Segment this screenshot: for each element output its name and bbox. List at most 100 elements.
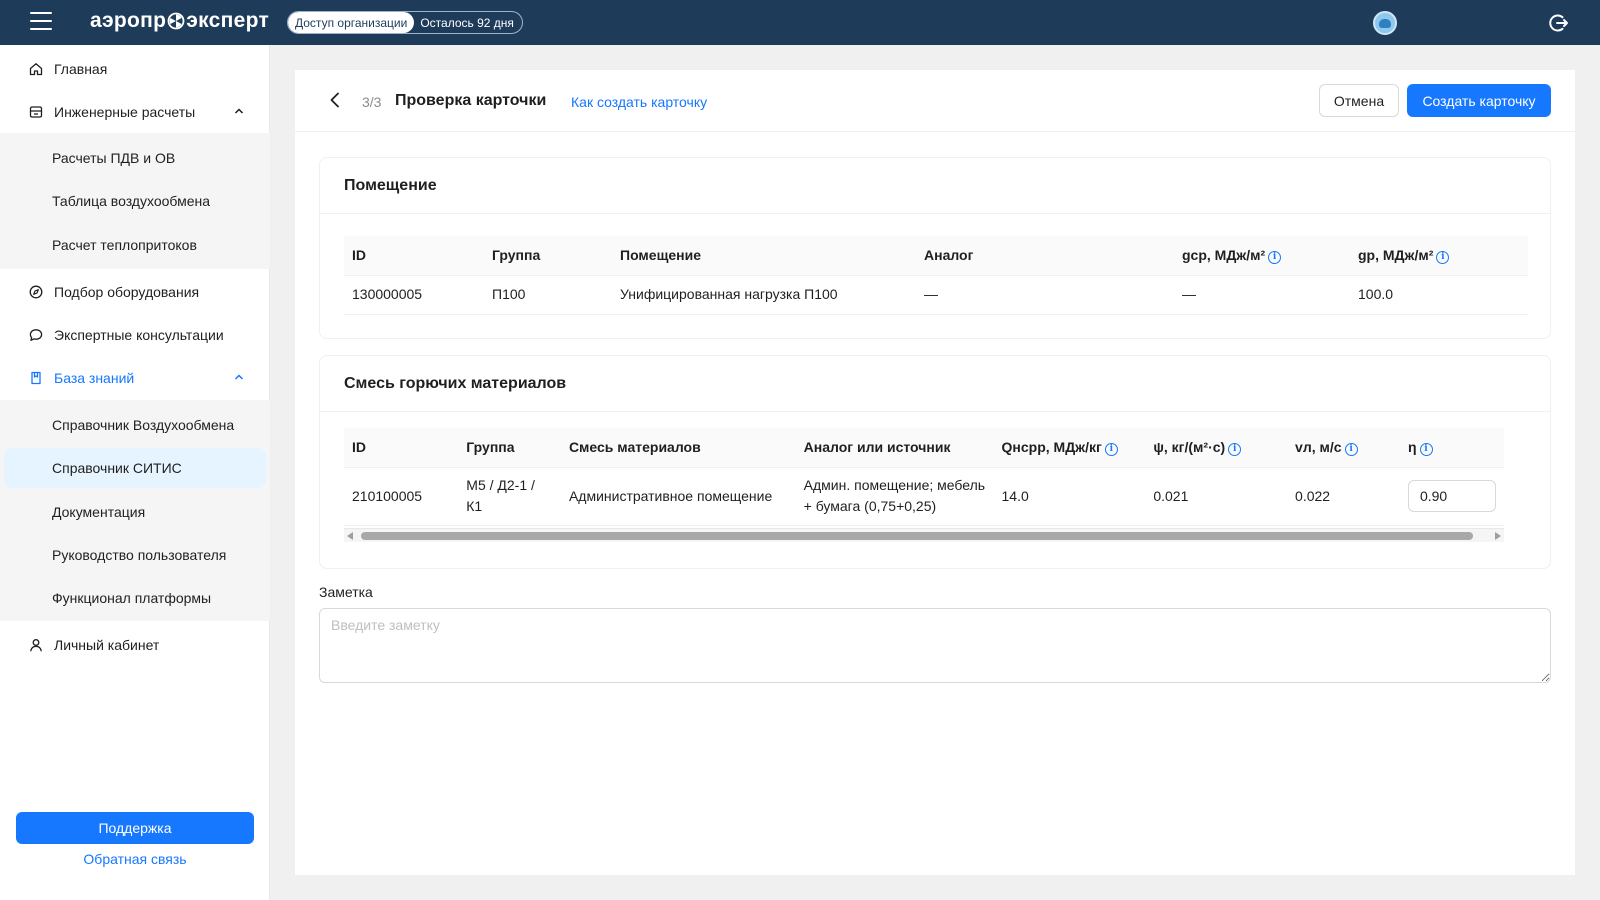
table-row: 130000005 П100 Унифицированная нагрузка … <box>344 275 1528 315</box>
column-header: vл, м/с i <box>1287 428 1400 468</box>
create-card-button[interactable]: Создать карточку <box>1407 84 1551 117</box>
home-icon <box>28 61 44 77</box>
main-card: 3/3 Проверка карточки Как создать карточ… <box>295 70 1575 875</box>
room-table: ID Группа Помещение Аналог gср, МДж/м² i … <box>344 236 1528 315</box>
table-cell: П100 <box>484 275 612 315</box>
sidebar-item-user-guide[interactable]: Руководство пользователя <box>4 535 266 575</box>
sidebar-item-label: Инженерные расчеты <box>54 104 196 120</box>
info-icon[interactable]: i <box>1419 442 1433 456</box>
note-textarea[interactable] <box>319 608 1551 683</box>
table-cell: 0.022 <box>1287 467 1400 526</box>
sidebar-item-home[interactable]: Главная <box>0 49 270 89</box>
table-cell: Унифицированная нагрузка П100 <box>612 275 916 315</box>
logout-icon[interactable] <box>1547 12 1569 34</box>
scroll-left-icon[interactable] <box>347 532 353 540</box>
table-row: 210100005 М5 / Д2-1 / К1 Административно… <box>344 467 1504 526</box>
top-bar: аэропр эксперт Доступ организации Остало… <box>0 0 1600 45</box>
logo-text-left: аэропр <box>90 9 167 32</box>
room-panel-title: Помещение <box>320 158 1550 214</box>
eta-input[interactable] <box>1407 480 1496 512</box>
sidebar-item-pdv-ov[interactable]: Расчеты ПДВ и ОВ <box>4 138 266 178</box>
sidebar-item-account[interactable]: Личный кабинет <box>0 625 270 665</box>
sidebar-item-documentation[interactable]: Документация <box>4 492 266 532</box>
sidebar-item-equipment[interactable]: Подбор оборудования <box>0 272 270 312</box>
sidebar-item-consultations[interactable]: Экспертные консультации <box>0 315 270 355</box>
info-icon[interactable]: i <box>1268 250 1282 264</box>
step-indicator: 3/3 <box>362 94 382 110</box>
avatar[interactable] <box>1373 11 1397 35</box>
howto-link[interactable]: Как создать карточку <box>571 94 707 110</box>
scrollbar-thumb[interactable] <box>361 532 1473 540</box>
column-header: gср, МДж/м² i <box>1174 236 1350 276</box>
propeller-icon <box>167 12 185 30</box>
page-title: Проверка карточки <box>395 92 547 109</box>
back-icon[interactable] <box>327 91 343 109</box>
table-header-row: ID Группа Смесь материалов Аналог или ис… <box>344 428 1504 468</box>
engineering-submenu: Расчеты ПДВ и ОВ Таблица воздухообмена Р… <box>0 133 270 269</box>
sidebar-item-engineering[interactable]: Инженерные расчеты <box>0 92 270 132</box>
column-header: ID <box>344 428 459 468</box>
knowledge-submenu: Справочник Воздухообмена Справочник СИТИ… <box>0 400 270 621</box>
table-cell: Административное помещение <box>560 467 796 526</box>
column-header: Аналог <box>916 236 1174 276</box>
table-cell: М5 / Д2-1 / К1 <box>458 467 561 526</box>
sidebar-item-label: Личный кабинет <box>54 637 160 653</box>
info-icon[interactable]: i <box>1436 250 1450 264</box>
column-header: Смесь материалов <box>560 428 796 468</box>
room-panel: Помещение ID Группа Помещение Аналог gср… <box>319 157 1551 339</box>
logo-text-right: эксперт <box>186 9 270 32</box>
user-icon <box>28 637 44 653</box>
column-header: Аналог или источник <box>795 428 994 468</box>
cancel-button[interactable]: Отмена <box>1319 84 1399 117</box>
horizontal-scrollbar[interactable] <box>344 528 1504 542</box>
sidebar-item-label: Главная <box>54 61 108 77</box>
menu-icon[interactable] <box>30 12 52 32</box>
book-icon <box>28 370 44 386</box>
column-header: Группа <box>458 428 561 468</box>
user-icon <box>1379 18 1391 28</box>
mix-panel-title: Смесь горючих материалов <box>320 356 1550 412</box>
table-cell: 14.0 <box>993 467 1146 526</box>
info-icon[interactable]: i <box>1344 442 1358 456</box>
sidebar-item-heat-gain[interactable]: Расчет теплопритоков <box>4 225 266 265</box>
support-button[interactable]: Поддержка <box>16 812 254 844</box>
table-cell: — <box>916 275 1174 315</box>
table-cell: Админ. помещение; мебель + бумага (0,75+… <box>795 467 994 526</box>
compass-icon <box>28 284 44 300</box>
feedback-link[interactable]: Обратная связь <box>0 851 270 867</box>
sidebar-item-label: Подбор оборудования <box>54 284 200 300</box>
column-header: Qнсрр, МДж/кг i <box>993 428 1146 468</box>
info-icon[interactable]: i <box>1104 442 1118 456</box>
table-cell: 100.0 <box>1350 275 1528 315</box>
column-header: Группа <box>484 236 612 276</box>
sidebar-item-label: База знаний <box>54 370 135 386</box>
table-cell <box>1399 467 1504 526</box>
sidebar-item-platform-features[interactable]: Функционал платформы <box>4 578 266 618</box>
table-header-row: ID Группа Помещение Аналог gср, МДж/м² i … <box>344 236 1528 276</box>
access-badge: Доступ организации Осталось 92 дня <box>287 11 523 34</box>
chat-icon <box>28 327 44 343</box>
mix-panel: Смесь горючих материалов ID Группа Смесь… <box>319 355 1551 569</box>
sidebar: Главная Инженерные расчеты Расчеты ПДВ и… <box>0 45 270 900</box>
sidebar-item-sitis-ref[interactable]: Справочник СИТИС <box>4 448 266 488</box>
table-cell: 210100005 <box>344 467 459 526</box>
mix-table: ID Группа Смесь материалов Аналог или ис… <box>344 428 1504 526</box>
logo[interactable]: аэропр эксперт <box>90 9 269 33</box>
scroll-right-icon[interactable] <box>1495 532 1501 540</box>
chevron-up-icon <box>234 108 244 114</box>
column-header: ID <box>344 236 484 276</box>
sidebar-item-label: Экспертные консультации <box>54 327 224 343</box>
access-label: Доступ организации <box>288 12 415 33</box>
chevron-up-icon <box>234 374 244 380</box>
sidebar-item-air-exchange-table[interactable]: Таблица воздухообмена <box>4 181 266 221</box>
page-header: 3/3 Проверка карточки Как создать карточ… <box>295 70 1575 132</box>
info-icon[interactable]: i <box>1228 442 1242 456</box>
note-label: Заметка <box>319 584 373 600</box>
column-header: ψ, кг/(м²·с) i <box>1145 428 1288 468</box>
sidebar-item-knowledge[interactable]: База знаний <box>0 358 270 398</box>
sidebar-item-air-exchange-ref[interactable]: Справочник Воздухообмена <box>4 405 266 445</box>
column-header: ηi <box>1399 428 1504 468</box>
column-header: Помещение <box>612 236 916 276</box>
table-cell: — <box>1174 275 1350 315</box>
table-cell: 0.021 <box>1145 467 1288 526</box>
